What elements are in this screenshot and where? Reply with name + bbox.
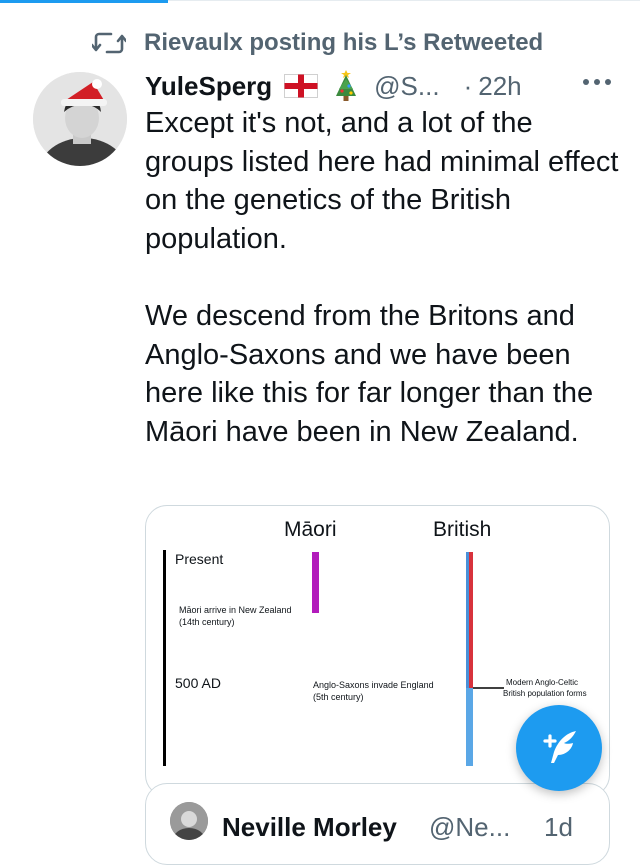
retweet-icon <box>92 32 126 54</box>
tweet-text: Except it's not, and a lot of the groups… <box>145 107 619 448</box>
compose-tweet-button[interactable] <box>516 705 602 791</box>
author-avatar[interactable] <box>33 72 127 166</box>
quoted-avatar-image <box>170 802 208 840</box>
top-divider <box>168 0 640 1</box>
quoted-timestamp[interactable]: 1d <box>544 812 573 843</box>
british-bar-upper-red <box>469 552 473 688</box>
quoted-author-avatar[interactable] <box>170 802 208 840</box>
active-tab-indicator <box>0 0 168 3</box>
retweet-context[interactable]: Rievaulx posting his L’s Retweeted <box>92 28 543 58</box>
column-label-maori: Māori <box>284 518 337 541</box>
british-bar-upper-blue <box>466 552 469 688</box>
maori-bar <box>312 552 319 613</box>
label-500ad: 500 AD <box>175 675 221 691</box>
label-anglo-line1: Anglo-Saxons invade England <box>313 680 434 690</box>
british-bar-lower <box>466 688 473 766</box>
author-handle[interactable]: @S... <box>374 71 439 102</box>
quoted-author-handle[interactable]: @Ne... <box>429 812 510 843</box>
separator-dot: · <box>463 70 473 101</box>
christmas-tree-icon <box>336 70 357 101</box>
label-modern-line1: Modern Anglo-Celtic <box>506 678 578 687</box>
tweet-header: YuleSperg @S... · 22h <box>145 67 615 105</box>
timeline-axis <box>163 550 166 766</box>
england-flag-icon <box>284 74 319 98</box>
label-modern-line2: British population forms <box>503 689 587 698</box>
tweet-timestamp[interactable]: 22h <box>478 71 521 102</box>
compose-tweet-icon <box>543 731 576 763</box>
retweet-label[interactable]: Rievaulx posting his L’s Retweeted <box>144 29 543 57</box>
label-maori-arrive-line2: (14th century) <box>179 617 235 627</box>
more-icon[interactable] <box>580 72 614 92</box>
label-maori-arrive-line1: Māori arrive in New Zealand <box>179 605 292 615</box>
label-anglo-line2: (5th century) <box>313 692 364 702</box>
avatar-image <box>33 72 127 166</box>
quoted-author-name[interactable]: Neville Morley <box>222 812 397 843</box>
column-label-british: British <box>433 518 491 541</box>
quoted-tweet[interactable]: Neville Morley @Ne... 1d <box>145 783 610 865</box>
author-name[interactable]: YuleSperg <box>145 71 272 102</box>
label-present: Present <box>175 551 223 567</box>
